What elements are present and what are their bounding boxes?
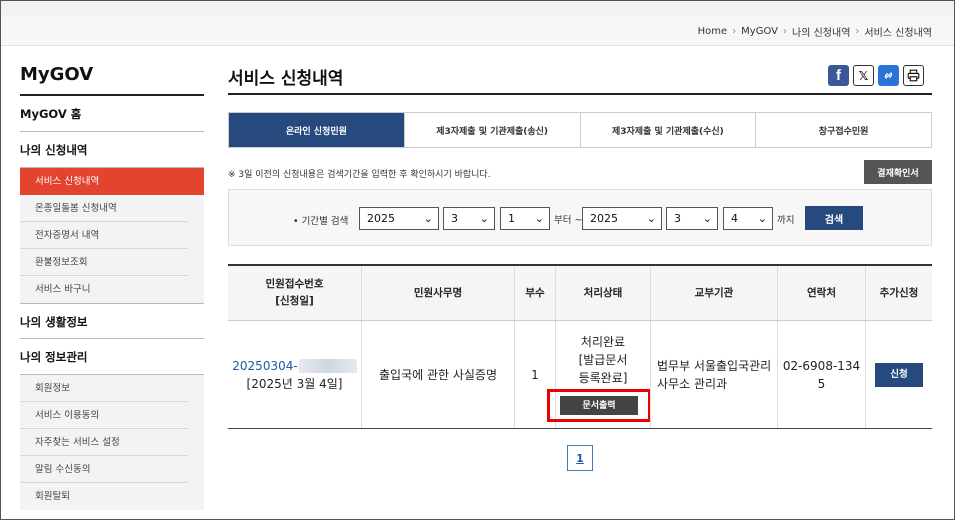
- sidebar-item-my-applications[interactable]: 나의 신청내역: [20, 132, 204, 168]
- print-highlight: 문서출력: [547, 389, 651, 422]
- chevron-down-icon: ⌄: [479, 212, 489, 225]
- chevron-down-icon: ⌄: [423, 212, 433, 225]
- tab-bar: 온라인 신청민원 제3자제출 및 기관제출(송신) 제3자제출 및 기관제출(수…: [228, 112, 932, 148]
- to-year-select[interactable]: 2025 ⌄: [582, 207, 662, 230]
- status-line3: 등록완료]: [578, 371, 628, 385]
- header-contact: 연락처: [777, 266, 865, 320]
- to-day-value: 4: [731, 212, 738, 225]
- from-month-select[interactable]: 3 ⌄: [443, 207, 495, 230]
- from-year-select[interactable]: 2025 ⌄: [359, 207, 439, 230]
- sidebar-title: MyGOV: [20, 62, 204, 96]
- breadcrumb: Home › MyGOV › 나의 신청내역 › 서비스 신청내역: [1, 15, 954, 46]
- header-additional: 추가신청: [865, 266, 932, 320]
- pagination-page-1[interactable]: 1: [567, 445, 593, 471]
- notice-text: ※ 3일 이전의 신청내용은 검색기간을 입력한 후 확인하시기 바랍니다.: [228, 170, 491, 180]
- to-month-select[interactable]: 3 ⌄: [666, 207, 718, 230]
- sidebar-submenu-applications: 서비스 신청내역 온종일돌봄 신청내역 전자증명서 내역 환불정보조회 서비스 …: [20, 168, 204, 303]
- sidebar-item-member-info[interactable]: 회원정보: [20, 375, 188, 402]
- from-day-value: 1: [508, 212, 515, 225]
- top-band: [1, 1, 954, 15]
- sidebar: MyGOV MyGOV 홈 나의 신청내역 서비스 신청내역 온종일돌봄 신청내…: [20, 62, 204, 510]
- cell-contact: 02-6908-134 5: [777, 321, 865, 428]
- table-header: 민원접수번호 [신청일] 민원사무명 부수 처리상태 교부기관 연락처 추가신청: [228, 266, 932, 321]
- to-month-value: 3: [674, 212, 681, 225]
- chevron-right-icon: ›: [732, 26, 737, 37]
- to-day-select[interactable]: 4 ⌄: [723, 207, 773, 230]
- chevron-down-icon: ⌄: [757, 212, 767, 225]
- applications-table: 민원접수번호 [신청일] 민원사무명 부수 처리상태 교부기관 연락처 추가신청 …: [228, 264, 932, 429]
- breadcrumb-my-applications[interactable]: 나의 신청내역: [792, 24, 850, 39]
- chevron-down-icon: ⌄: [534, 212, 544, 225]
- status-line2: [발급문서: [578, 353, 628, 367]
- tab-third-party-sent[interactable]: 제3자제출 및 기관제출(송신): [403, 113, 580, 147]
- link-icon[interactable]: [878, 65, 899, 86]
- cell-apply: 신청: [865, 321, 932, 428]
- from-day-select[interactable]: 1 ⌄: [500, 207, 550, 230]
- breadcrumb-service-applications[interactable]: 서비스 신청내역: [864, 24, 932, 39]
- header-receipt-no: 민원접수번호 [신청일]: [265, 278, 324, 307]
- tab-third-party-received[interactable]: 제3자제출 및 기관제출(수신): [579, 113, 756, 147]
- sidebar-item-refund-info[interactable]: 환불정보조회: [20, 249, 188, 276]
- page-title: 서비스 신청내역: [228, 62, 932, 95]
- sidebar-item-withdraw[interactable]: 회원탈퇴: [20, 483, 188, 510]
- sidebar-item-service-basket[interactable]: 서비스 바구니: [20, 276, 188, 303]
- sidebar-item-e-certificates[interactable]: 전자증명서 내역: [20, 222, 188, 249]
- sidebar-item-favorite-services[interactable]: 자주찾는 서비스 설정: [20, 429, 188, 456]
- header-status: 처리상태: [555, 266, 650, 320]
- cell-receipt: 20250304- [2025년 3월 4일]: [228, 321, 361, 428]
- breadcrumb-mygov[interactable]: MyGOV: [741, 26, 778, 37]
- receipt-number-link[interactable]: 20250304-: [232, 359, 297, 373]
- sidebar-item-service-consent[interactable]: 서비스 이용동의: [20, 402, 188, 429]
- chevron-down-icon: ⌄: [702, 212, 712, 225]
- cell-service-name: 출입국에 관한 사실증명: [361, 321, 514, 428]
- x-icon[interactable]: 𝕏: [853, 65, 874, 86]
- search-panel: • 기간별 검색 2025 ⌄ 3 ⌄ 1 ⌄ 부터 ~ 2025 ⌄ 3 ⌄ 4 ⌄ 까지…: [228, 189, 932, 246]
- print-icon[interactable]: [903, 65, 924, 86]
- search-period-label: • 기간별 검색: [293, 216, 349, 227]
- masked-redaction: [298, 359, 357, 373]
- share-bar: f 𝕏: [828, 65, 924, 86]
- header-copies: 부수: [514, 266, 555, 320]
- sidebar-item-notification-consent[interactable]: 알림 수신동의: [20, 456, 188, 483]
- tab-online-applications[interactable]: 온라인 신청민원: [229, 113, 404, 147]
- to-text: 까지: [777, 215, 795, 226]
- from-year-value: 2025: [367, 212, 395, 225]
- facebook-icon[interactable]: f: [828, 65, 849, 86]
- chevron-right-icon: ›: [855, 26, 860, 37]
- header-agency: 교부기관: [650, 266, 777, 320]
- table-row: 20250304- [2025년 3월 4일] 출입국에 관한 사실증명 1 처…: [228, 321, 932, 429]
- cell-agency: 법무부 서울출입국관리 사무소 관리과: [650, 321, 777, 428]
- main-content: 서비스 신청내역 f 𝕏 온라인 신청민원 제3자제출 및 기관제출(송신) 제…: [228, 62, 932, 471]
- sidebar-item-home[interactable]: MyGOV 홈: [20, 96, 204, 132]
- sidebar-item-life-info[interactable]: 나의 생활정보: [20, 303, 204, 339]
- tab-counter-applications[interactable]: 창구접수민원: [755, 113, 931, 147]
- cell-status: 처리완료 [발급문서 등록완료] 문서출력: [547, 321, 651, 428]
- print-document-button[interactable]: 문서출력: [560, 396, 638, 415]
- sidebar-submenu-info: 회원정보 서비스 이용동의 자주찾는 서비스 설정 알림 수신동의 회원탈퇴: [20, 375, 204, 510]
- sidebar-item-allday-care[interactable]: 온종일돌봄 신청내역: [20, 195, 188, 222]
- search-button[interactable]: 검색: [805, 206, 863, 230]
- from-month-value: 3: [451, 212, 458, 225]
- chevron-down-icon: ⌄: [646, 212, 656, 225]
- header-service-name: 민원사무명: [361, 266, 514, 320]
- from-text: 부터 ~: [554, 215, 583, 226]
- payment-confirmation-button[interactable]: 결재확인서: [864, 160, 932, 184]
- application-date: [2025년 3월 4일]: [246, 376, 343, 391]
- sidebar-item-info-management[interactable]: 나의 정보관리: [20, 339, 204, 375]
- apply-button[interactable]: 신청: [875, 362, 923, 387]
- chevron-right-icon: ›: [783, 26, 788, 37]
- status-line1: 처리완료: [580, 335, 626, 349]
- to-year-value: 2025: [590, 212, 618, 225]
- sidebar-item-service-applications[interactable]: 서비스 신청내역: [20, 168, 204, 195]
- breadcrumb-home[interactable]: Home: [698, 26, 728, 37]
